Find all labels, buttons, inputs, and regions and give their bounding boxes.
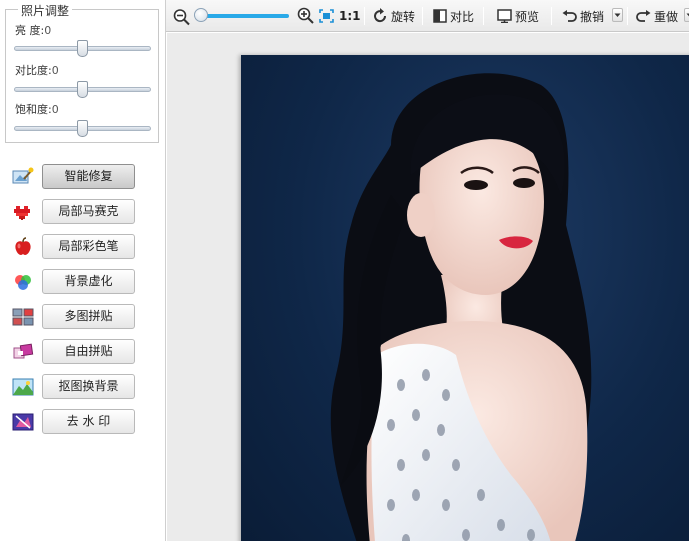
saturation-value: 0 (51, 103, 59, 116)
fit-window-icon[interactable] (319, 9, 334, 23)
contrast-label-text: 对比度: (15, 64, 52, 77)
compare-icon (433, 9, 447, 23)
chevron-down-icon (614, 13, 621, 17)
free-collage-icon (13, 343, 34, 359)
left-panel: 照片调整 亮 度:0 对比度:0 饱和度:0 智能修复 局部马赛克 局部彩色笔 … (0, 0, 166, 541)
toolbar-separator (551, 7, 552, 25)
mosaic-button[interactable]: 局部马赛克 (42, 199, 135, 224)
rotate-icon (374, 8, 387, 23)
smart-repair-button[interactable]: 智能修复 (42, 164, 135, 189)
free-collage-button[interactable]: 自由拼贴 (42, 339, 135, 364)
redo-button[interactable]: 重做 (636, 6, 678, 26)
brightness-slider[interactable] (14, 40, 151, 57)
preview-button[interactable]: 预览 (497, 6, 539, 26)
tool-free-collage: 自由拼贴 (10, 337, 138, 365)
brightness-label: 亮 度:0 (15, 22, 51, 38)
compare-label: 对比 (450, 9, 475, 24)
edited-photo[interactable] (241, 55, 689, 541)
tool-background-blur: 背景虚化 (10, 267, 138, 295)
multi-collage-button[interactable]: 多图拼贴 (42, 304, 135, 329)
undo-dropdown[interactable] (612, 8, 623, 22)
zoom-out-icon[interactable] (173, 7, 190, 27)
tool-cutout-background: 抠图换背景 (10, 372, 138, 400)
tool-smart-repair: 智能修复 (10, 162, 138, 190)
red-apple-icon (15, 237, 31, 255)
magic-wand-icon (12, 167, 34, 184)
mosaic-heart-icon (14, 206, 30, 220)
cutout-background-icon (12, 378, 34, 396)
brightness-slider-thumb[interactable] (77, 40, 88, 57)
redo-dropdown[interactable] (684, 8, 689, 22)
remove-watermark-icon (12, 413, 34, 431)
brightness-label-text: 亮 度: (15, 24, 45, 37)
color-pen-button[interactable]: 局部彩色笔 (42, 234, 135, 259)
toolbar-separator (483, 7, 484, 25)
rotate-button[interactable]: 旋转 (372, 6, 415, 26)
undo-icon (562, 10, 577, 22)
undo-button[interactable]: 撤销 (562, 6, 604, 26)
preview-label: 预览 (515, 9, 540, 24)
photo-adjust-title: 照片调整 (18, 2, 73, 19)
cutout-background-button[interactable]: 抠图换背景 (42, 374, 135, 399)
tool-multi-collage: 多图拼贴 (10, 302, 138, 330)
photo-adjust-group: 照片调整 亮 度:0 对比度:0 饱和度:0 (5, 2, 159, 143)
top-toolbar: 1:1 旋转 对比 预览 撤销 重做 (166, 0, 689, 32)
remove-watermark-button[interactable]: 去 水 印 (42, 409, 135, 434)
redo-label: 重做 (654, 9, 679, 24)
tool-mosaic: 局部马赛克 (10, 197, 138, 225)
contrast-label: 对比度:0 (15, 62, 59, 78)
brightness-value: 0 (44, 24, 52, 37)
saturation-slider[interactable] (14, 120, 151, 137)
contrast-slider[interactable] (14, 81, 151, 98)
background-blur-button[interactable]: 背景虚化 (42, 269, 135, 294)
saturation-slider-thumb[interactable] (77, 120, 88, 137)
zoom-slider[interactable] (197, 14, 289, 18)
actual-size-button[interactable]: 1:1 (339, 6, 361, 26)
chevron-down-icon (686, 13, 689, 17)
toolbar-separator (422, 7, 423, 25)
tool-color-pen: 局部彩色笔 (10, 232, 138, 260)
contrast-value: 0 (51, 64, 59, 77)
toolbar-separator (627, 7, 628, 25)
portrait-photo-illustration (330, 73, 592, 541)
compare-button[interactable]: 对比 (433, 6, 474, 26)
zoom-slider-thumb[interactable] (194, 8, 208, 22)
tool-remove-watermark: 去 水 印 (10, 407, 138, 435)
undo-label: 撤销 (580, 9, 605, 24)
image-canvas[interactable] (167, 33, 689, 541)
saturation-label: 饱和度:0 (15, 101, 59, 117)
grid-collage-icon (12, 308, 34, 326)
color-blur-icon (15, 275, 31, 290)
redo-icon (636, 10, 651, 22)
rotate-label: 旋转 (391, 9, 416, 24)
toolbar-separator (364, 7, 365, 25)
saturation-label-text: 饱和度: (15, 103, 52, 116)
contrast-slider-thumb[interactable] (77, 81, 88, 98)
zoom-in-icon[interactable] (297, 7, 314, 24)
preview-icon (497, 9, 512, 23)
